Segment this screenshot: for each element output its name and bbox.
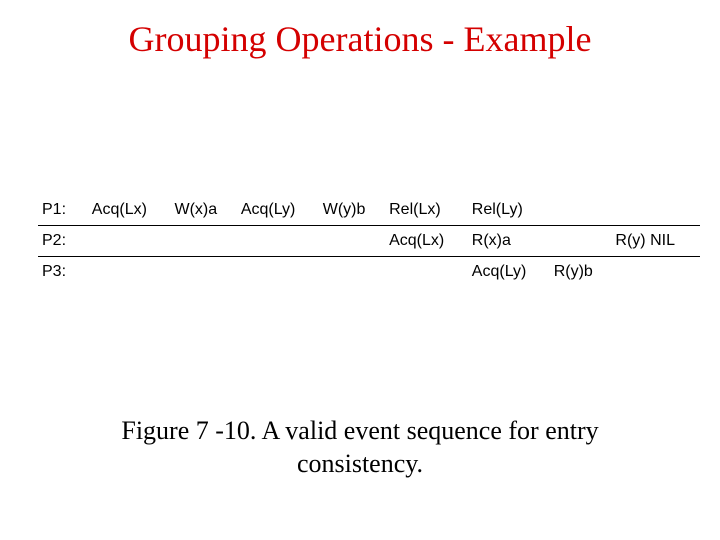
op-cell: Acq(Lx) [385, 226, 468, 257]
op-cell: Rel(Lx) [385, 195, 468, 226]
op-cell [550, 195, 612, 226]
op-cell: R(y)b [550, 257, 612, 288]
proc-label: P3: [38, 257, 88, 288]
op-cell [237, 257, 319, 288]
table-row: P1: Acq(Lx) W(x)a Acq(Ly) W(y)b Rel(Lx) … [38, 195, 700, 226]
op-cell: W(y)b [319, 195, 385, 226]
figure: P1: Acq(Lx) W(x)a Acq(Ly) W(y)b Rel(Lx) … [38, 195, 700, 287]
op-cell [170, 257, 236, 288]
proc-label: P2: [38, 226, 88, 257]
op-cell: Rel(Ly) [468, 195, 550, 226]
op-cell [550, 226, 612, 257]
op-cell [88, 257, 171, 288]
table-row: P2: Acq(Lx) R(x)a R(y) NIL [38, 226, 700, 257]
op-cell [385, 257, 468, 288]
op-cell: R(y) NIL [611, 226, 700, 257]
op-cell [611, 257, 700, 288]
figure-caption: Figure 7 -10. A valid event sequence for… [0, 415, 720, 480]
proc-label: P1: [38, 195, 88, 226]
op-cell [170, 226, 236, 257]
op-cell [237, 226, 319, 257]
op-cell: Acq(Ly) [468, 257, 550, 288]
slide-title: Grouping Operations - Example [0, 0, 720, 60]
op-cell: R(x)a [468, 226, 550, 257]
op-cell: Acq(Ly) [237, 195, 319, 226]
op-cell [319, 257, 385, 288]
sequence-table: P1: Acq(Lx) W(x)a Acq(Ly) W(y)b Rel(Lx) … [38, 195, 700, 287]
op-cell: W(x)a [170, 195, 236, 226]
op-cell [319, 226, 385, 257]
table-row: P3: Acq(Ly) R(y)b [38, 257, 700, 288]
op-cell [88, 226, 171, 257]
op-cell [611, 195, 700, 226]
op-cell: Acq(Lx) [88, 195, 171, 226]
slide: Grouping Operations - Example P1: Acq(Lx… [0, 0, 720, 540]
